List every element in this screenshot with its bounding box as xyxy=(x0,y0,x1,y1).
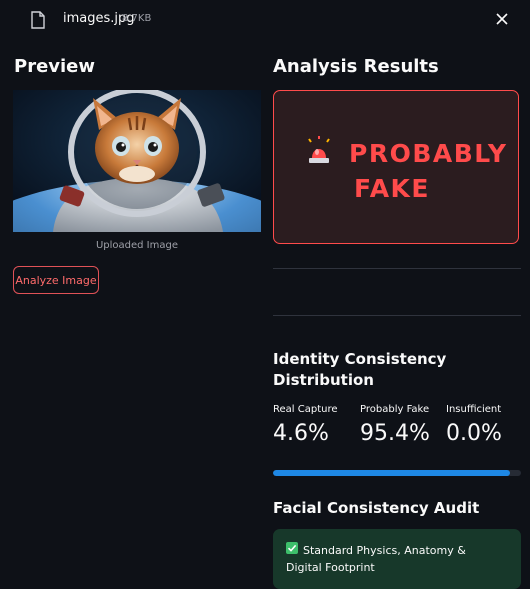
verdict-label: PROBABLY xyxy=(349,139,508,168)
alarm-siren-icon xyxy=(308,136,330,163)
metric-insufficient: Insufficient 0.0% xyxy=(446,404,502,446)
metric-label: Insufficient xyxy=(446,404,502,415)
divider xyxy=(273,268,521,269)
audit-item-text: Standard Physics, Anatomy & Digital Foot… xyxy=(286,544,466,574)
metric-label: Real Capture xyxy=(273,404,338,415)
file-icon xyxy=(31,11,45,29)
metric-value: 95.4% xyxy=(360,421,430,446)
analyze-image-button[interactable]: Analyze Image xyxy=(13,266,99,294)
image-caption: Uploaded Image xyxy=(95,240,179,251)
distribution-title: Identity Consistency Distribution xyxy=(273,350,447,389)
metric-value: 0.0% xyxy=(446,421,502,446)
uploaded-image xyxy=(13,90,261,232)
divider xyxy=(273,315,521,316)
audit-title: Facial Consistency Audit xyxy=(273,499,480,517)
analysis-results-title: Analysis Results xyxy=(273,56,439,77)
metric-probably-fake: Probably Fake 95.4% xyxy=(360,404,430,446)
verdict-label-line2: FAKE xyxy=(354,174,431,203)
metric-label: Probably Fake xyxy=(360,404,430,415)
verdict-box: PROBABLY FAKE xyxy=(273,90,519,244)
metric-real-capture: Real Capture 4.6% xyxy=(273,404,338,446)
progress-fill xyxy=(273,470,510,476)
file-size: 8.7KB xyxy=(122,13,152,24)
file-bar: images.jpg 8.7KB xyxy=(0,0,530,38)
preview-title: Preview xyxy=(14,56,96,77)
close-icon[interactable] xyxy=(496,13,508,25)
distribution-progress-bar xyxy=(273,470,521,476)
audit-item: Standard Physics, Anatomy & Digital Foot… xyxy=(273,529,521,589)
metric-value: 4.6% xyxy=(273,421,329,446)
